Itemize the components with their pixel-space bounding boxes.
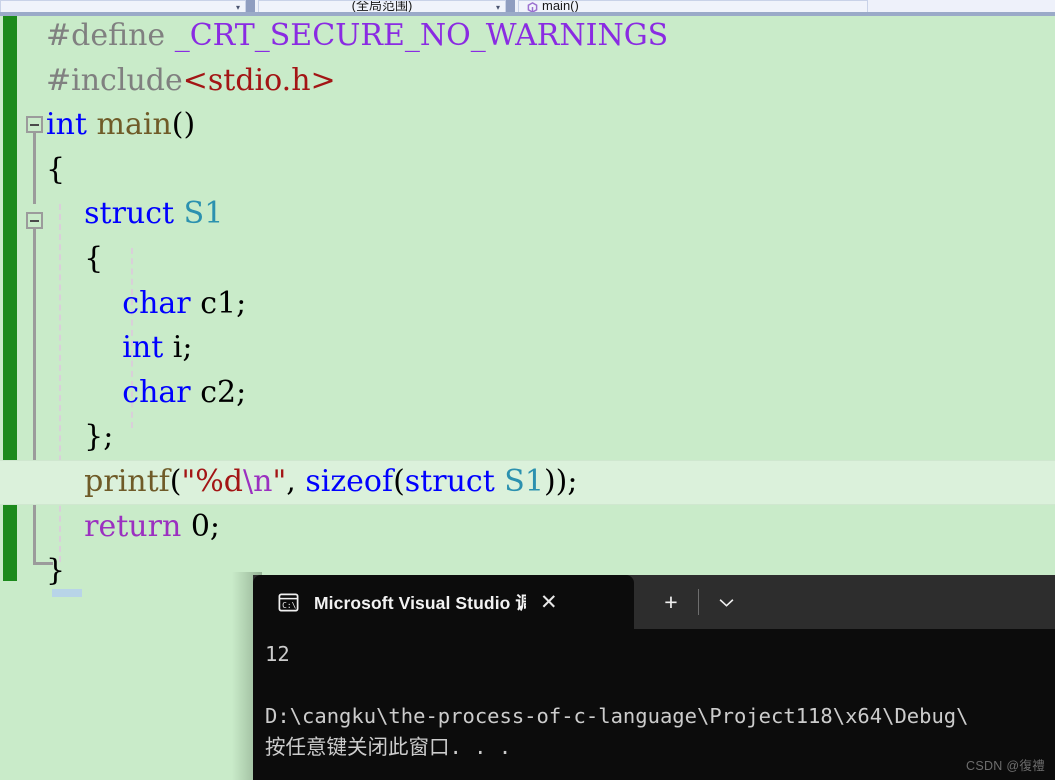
console-line: 12: [265, 642, 290, 666]
code-token: \n: [243, 464, 273, 499]
line-printf-text: printf("%d\n", sizeof(struct S1));: [0, 460, 577, 505]
code-token: struct: [46, 196, 184, 232]
code-token: char: [46, 285, 201, 321]
debug-console-window[interactable]: C:\ Microsoft Visual Studio 调试控 ✕ + 12 D:…: [253, 575, 1055, 780]
code-token: "%d: [181, 464, 244, 499]
line-i-text: int i;: [0, 326, 193, 371]
close-icon[interactable]: ✕: [540, 592, 558, 613]
console-tab[interactable]: C:\ Microsoft Visual Studio 调试控 ✕: [253, 575, 634, 629]
chevron-down-icon: ▾: [235, 3, 240, 12]
code-token: };: [46, 419, 114, 455]
code-token: sizeof: [305, 464, 394, 499]
code-token: return: [46, 508, 191, 544]
navbar-separator-2: [506, 0, 515, 12]
svg-text:C:\: C:\: [282, 600, 296, 609]
code-token: <stdio.h>: [182, 62, 336, 98]
line-include-text: #include<stdio.h>: [0, 59, 336, 104]
line-define[interactable]: #define _CRT_SECURE_NO_WARNINGS: [0, 16, 1055, 59]
vs-navigation-bar: ▾ (全局范围) ▾ main(): [0, 0, 1055, 12]
csdn-watermark: CSDN @復禮: [966, 759, 1045, 773]
code-token: char: [46, 374, 201, 410]
line-return[interactable]: return 0;: [0, 505, 1055, 550]
code-token: (: [169, 464, 182, 499]
code-token: 0;: [190, 508, 221, 544]
terminal-cmd-icon: C:\: [277, 591, 300, 614]
line-i[interactable]: int i;: [0, 326, 1055, 371]
text-caret: [52, 589, 82, 597]
line-main-close-text: }: [0, 549, 65, 594]
navbar-project-dropdown[interactable]: ▾: [0, 0, 246, 12]
console-tab-title: Microsoft Visual Studio 调试控: [314, 592, 526, 613]
line-struct-close-text: };: [0, 415, 113, 460]
code-token: (: [393, 464, 405, 499]
code-token: {: [46, 151, 66, 187]
console-line: D:\cangku\the-process-of-c-language\Proj…: [265, 704, 969, 728]
code-token: }: [46, 553, 66, 589]
line-main-open-text: {: [0, 148, 65, 193]
code-token: S1: [504, 464, 544, 499]
code-token: ,: [286, 464, 306, 499]
console-line: 按任意键关闭此窗口. . .: [265, 735, 512, 759]
code-token: printf: [84, 464, 170, 499]
code-token: _CRT_SECURE_NO_WARNINGS: [174, 18, 669, 53]
method-icon: [527, 2, 538, 12]
console-titlebar[interactable]: C:\ Microsoft Visual Studio 调试控 ✕ +: [253, 575, 1055, 629]
chevron-down-icon: ▾: [495, 3, 500, 12]
line-printf[interactable]: printf("%d\n", sizeof(struct S1));: [0, 460, 1055, 505]
code-token: i;: [172, 330, 193, 366]
code-token: #include: [46, 62, 183, 98]
line-struct-close[interactable]: };: [0, 415, 1055, 460]
line-struct-open-text: {: [0, 237, 103, 282]
line-c1-text: char c1;: [0, 282, 246, 327]
code-token: c1;: [200, 285, 247, 321]
line-struct-text: struct S1: [0, 192, 223, 237]
line-c2-text: char c2;: [0, 371, 246, 416]
line-main-text: int main(): [0, 103, 195, 148]
code-token: #define: [46, 18, 175, 53]
line-return-text: return 0;: [0, 505, 220, 550]
navbar-member-label: main(): [542, 0, 579, 12]
code-token: struct: [404, 464, 505, 499]
code-token: c2;: [200, 374, 247, 410]
navbar-scope-dropdown[interactable]: (全局范围) ▾: [258, 0, 506, 12]
navbar-scope-label: (全局范围): [351, 0, 413, 12]
code-token: ));: [543, 464, 578, 499]
line-include[interactable]: #include<stdio.h>: [0, 59, 1055, 104]
navbar-member-dropdown[interactable]: main(): [518, 0, 868, 12]
chevron-down-icon[interactable]: [699, 575, 753, 629]
code-token: ": [272, 464, 287, 499]
console-output: 12 D:\cangku\the-process-of-c-language\Pr…: [253, 629, 1055, 780]
line-c2[interactable]: char c2;: [0, 371, 1055, 416]
code-token: (): [171, 107, 196, 143]
new-tab-icon[interactable]: +: [644, 575, 698, 629]
code-token: int: [46, 107, 97, 143]
code-token: int: [46, 330, 173, 366]
line-struct[interactable]: struct S1: [0, 192, 1055, 237]
code-token: S1: [183, 196, 224, 232]
line-main[interactable]: int main(): [0, 103, 1055, 148]
code-token: {: [46, 241, 104, 276]
line-c1[interactable]: char c1;: [0, 282, 1055, 327]
line-struct-open[interactable]: {: [0, 237, 1055, 282]
line-define-text: #define _CRT_SECURE_NO_WARNINGS: [0, 16, 668, 59]
line-main-open[interactable]: {: [0, 148, 1055, 193]
code-token: main: [96, 107, 172, 143]
navbar-separator-1: [246, 0, 255, 12]
